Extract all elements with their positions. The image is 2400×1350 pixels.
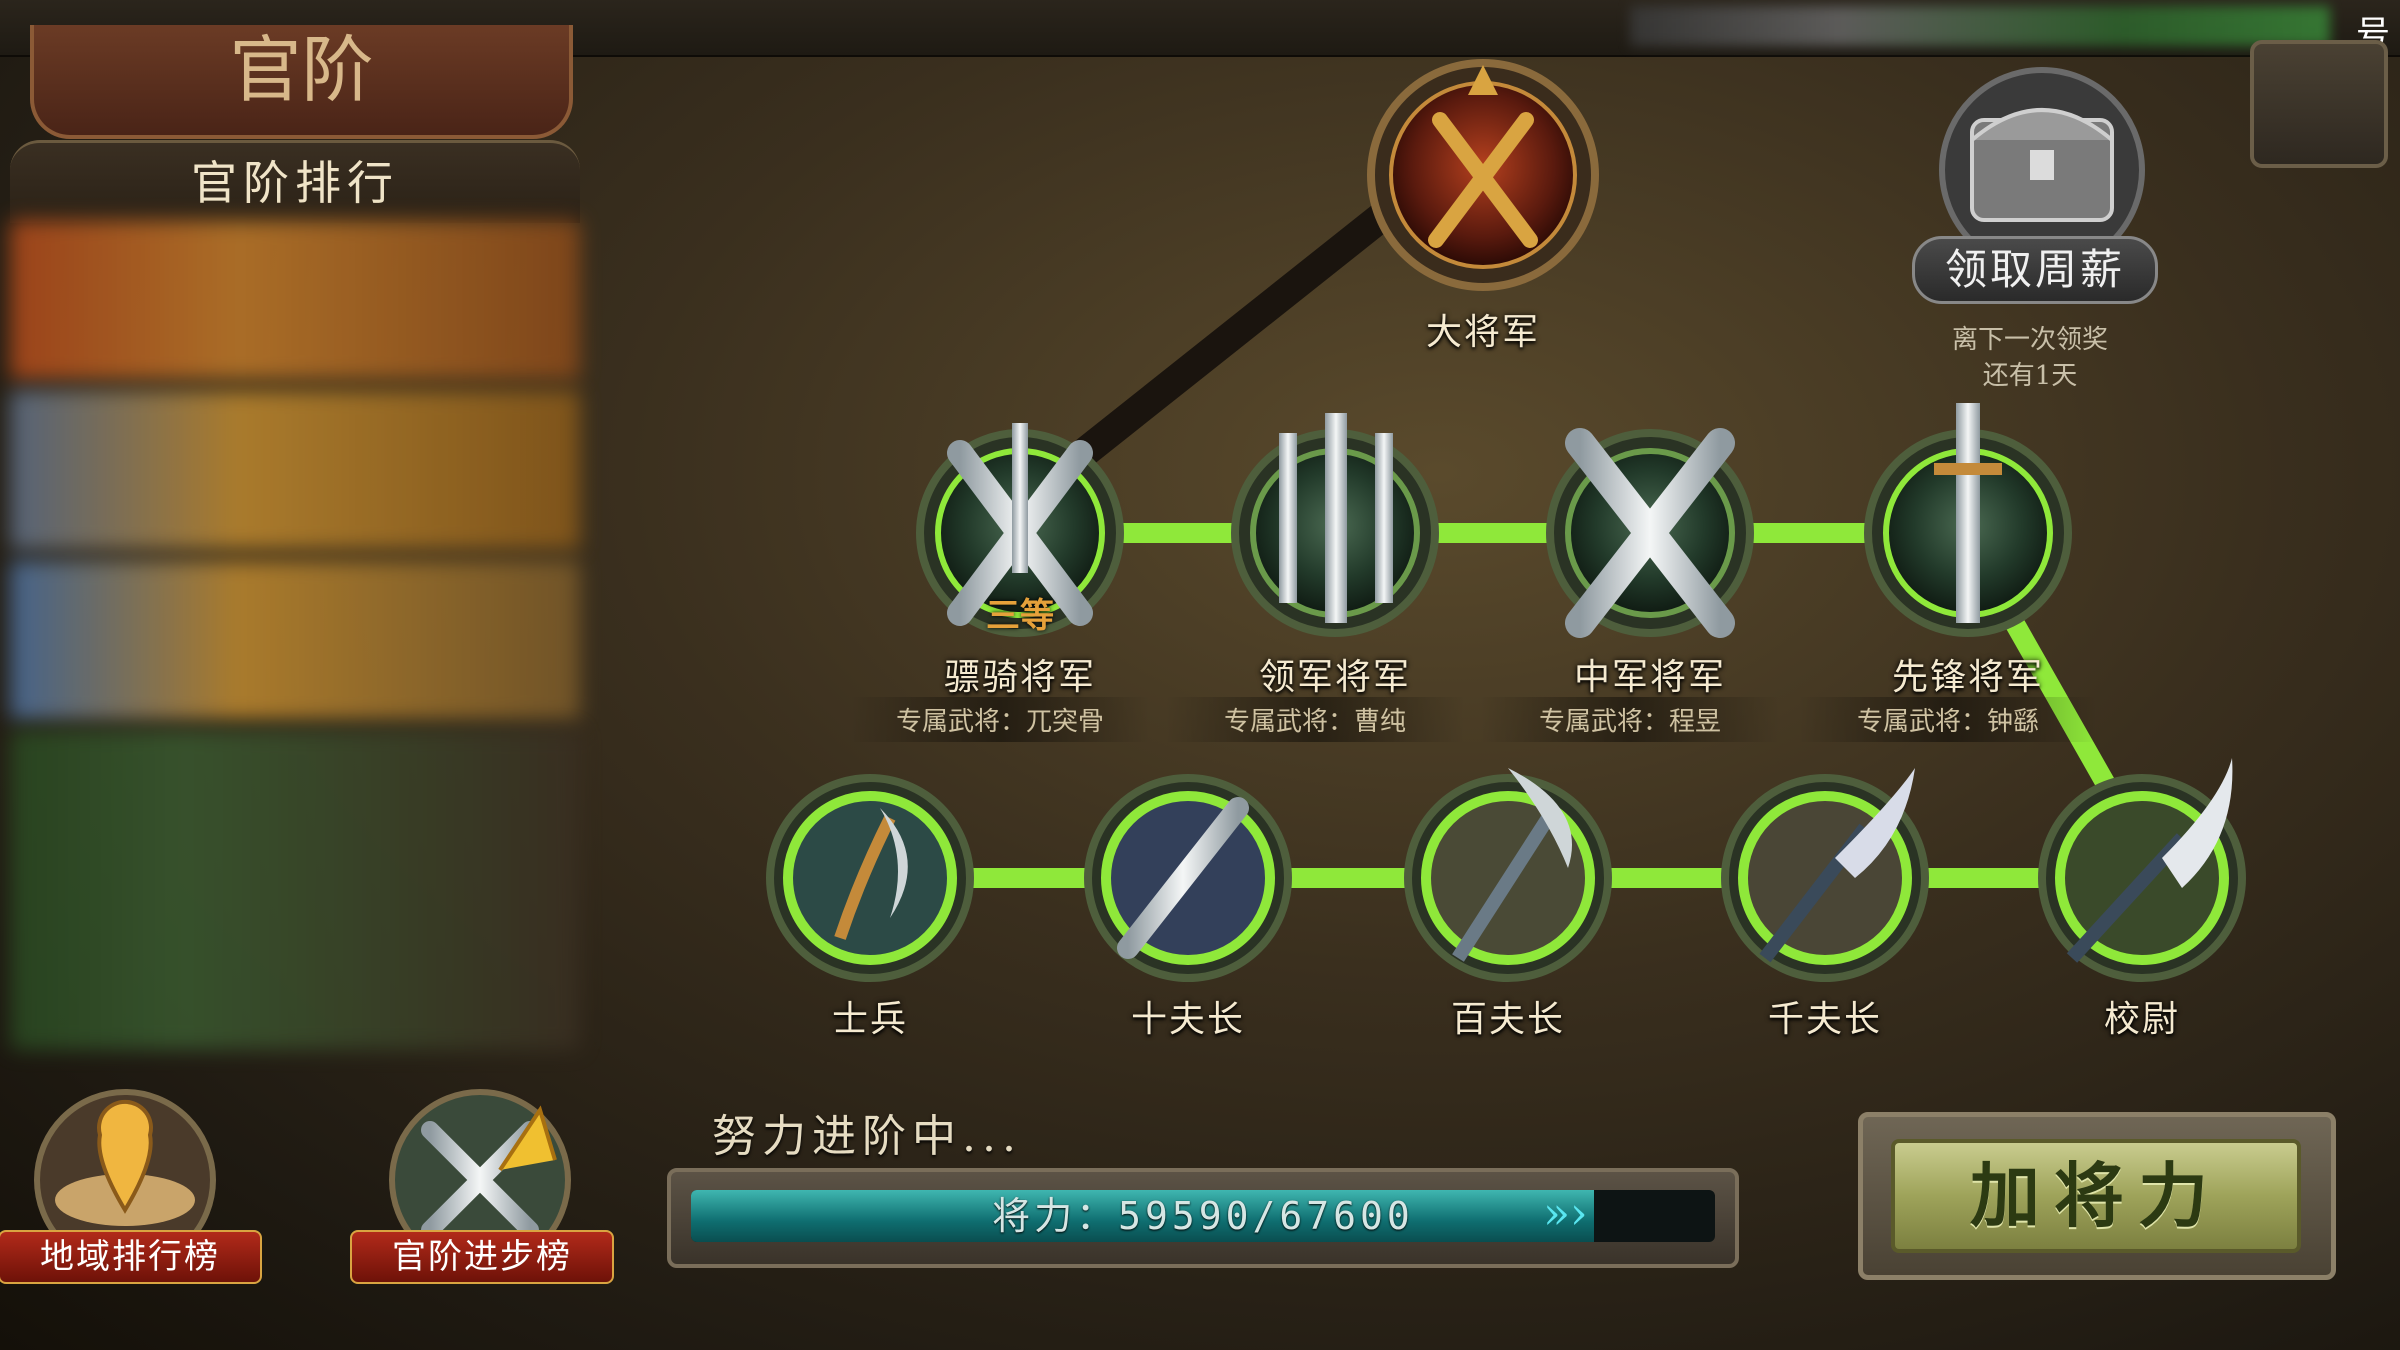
region-rank-button[interactable]: 地域排行榜 (0, 1095, 262, 1295)
next-claim-note: 离下一次领奖 还有1天 (1895, 322, 2165, 394)
exclusive-hero-label: 专属武将：兀突骨 (850, 697, 1150, 742)
rank-label[interactable]: 十夫长 (1068, 990, 1308, 1042)
rank-emblem-top (1367, 59, 1599, 291)
progress-caption: 努力进阶中... (712, 1111, 1022, 1162)
rank-label[interactable]: 士兵 (750, 990, 990, 1042)
rank-label[interactable]: 校尉 (2022, 990, 2262, 1042)
rank-label[interactable]: 中军将军 (1530, 648, 1770, 700)
progress-bar: »› 将力：59590/67600 (667, 1168, 1739, 1268)
exclusive-hero-label: 专属武将：程昱 (1480, 697, 1780, 742)
next-claim-note-line1: 离下一次领奖 (1951, 325, 2108, 355)
progress-track: »› 将力：59590/67600 (691, 1190, 1715, 1242)
progress-value: 将力：59590/67600 (992, 1194, 1414, 1238)
rank-grade-badge: 三等 (986, 596, 1054, 636)
rank-label[interactable]: 千夫长 (1705, 990, 1945, 1042)
rank-progress-label: 官阶进步榜 (350, 1230, 614, 1284)
exclusive-hero-label: 专属武将：钟繇 (1798, 697, 2098, 742)
next-claim-note-line2: 还有1天 (1982, 361, 2078, 391)
add-power-button[interactable]: 加将力 (1858, 1112, 2336, 1280)
claim-weekly-pay-button[interactable]: 领取周薪 (1912, 236, 2158, 304)
back-button[interactable] (2250, 40, 2388, 168)
exclusive-hero-label: 专属武将：曹纯 (1165, 697, 1465, 742)
add-power-label: 加将力 (1891, 1139, 2301, 1253)
rank-label[interactable]: 百夫长 (1388, 990, 1628, 1042)
rank-label[interactable]: 先锋将军 (1848, 648, 2088, 700)
rank-label[interactable]: 领军将军 (1215, 648, 1455, 700)
region-rank-label: 地域排行榜 (0, 1230, 262, 1284)
rank-progress-button[interactable]: 官阶进步榜 (350, 1095, 614, 1295)
rank-label-top[interactable]: 大将军 (1363, 303, 1603, 355)
rank-label[interactable]: 骠骑将军 (900, 648, 1140, 700)
